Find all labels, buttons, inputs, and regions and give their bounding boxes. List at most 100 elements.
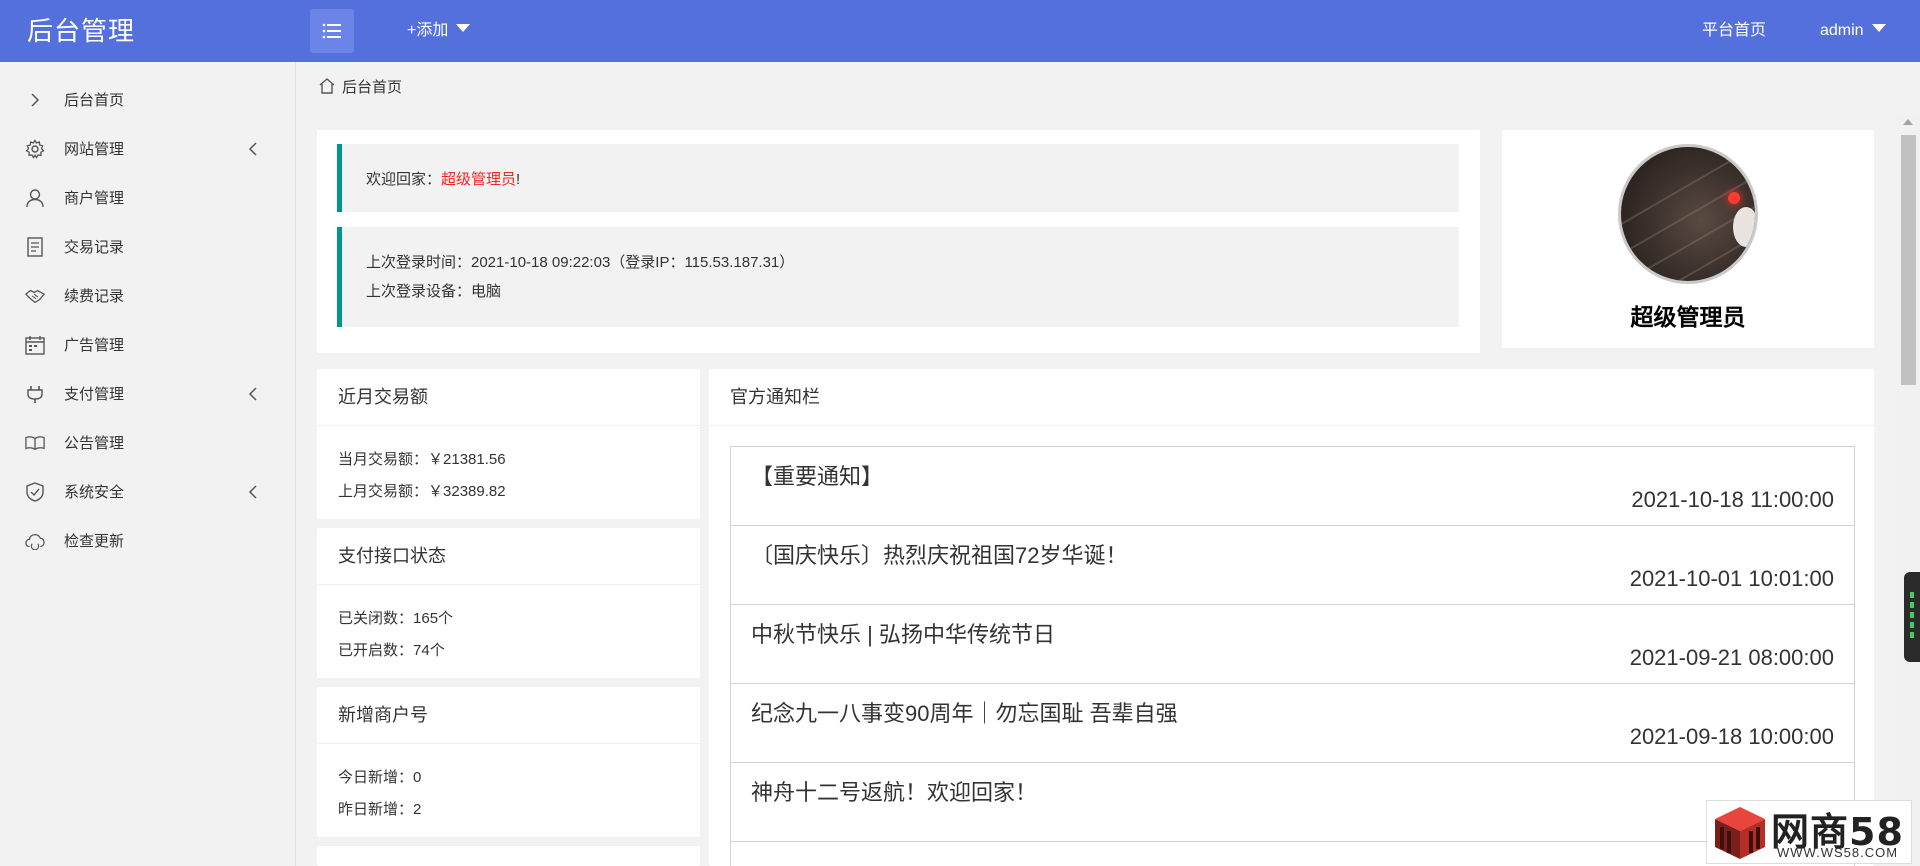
divider (709, 425, 1874, 426)
document-icon (25, 236, 45, 257)
admin-dropdown-label: admin (1820, 22, 1864, 39)
stat-label: 上月交易额： (338, 483, 429, 500)
sidebar-item-payment[interactable]: 支付管理 (0, 369, 296, 418)
top-header: 后台管理 +添加 平台首页 admin (0, 0, 1920, 62)
sidebar-item-transactions[interactable]: 交易记录 (0, 222, 296, 271)
more-card (317, 846, 700, 866)
calendar-icon (25, 335, 45, 355)
sidebar-item-dashboard[interactable]: 后台首页 (0, 75, 296, 124)
sidebar-item-label: 支付管理 (64, 386, 125, 403)
scroll-up-arrow-icon[interactable] (1903, 119, 1913, 125)
sidebar-item-merchants[interactable]: 商户管理 (0, 173, 296, 222)
breadcrumb-item[interactable]: 后台首页 (342, 76, 402, 97)
stat-label: 当月交易额： (338, 451, 429, 468)
welcome-role: 超级管理员 (441, 171, 517, 188)
chevron-left-icon (246, 484, 260, 499)
handshake-icon (25, 286, 45, 306)
notice-list: 【重要通知】 2021-10-18 11:00:00 〔国庆快乐〕热烈庆祝祖国7… (730, 446, 1855, 866)
today-new: 今日新增：0 (338, 766, 421, 787)
cube-logo-icon (1715, 807, 1765, 859)
stat-label: 今日新增： (338, 769, 414, 786)
last-login-device: 上次登录设备：电脑 (366, 283, 502, 300)
welcome-prefix: 欢迎回家： (366, 171, 442, 188)
last-month-revenue: 上月交易额：￥32389.82 (338, 480, 506, 501)
sidebar-item-label: 商户管理 (64, 190, 125, 207)
welcome-message-box: 欢迎回家：超级管理员! (337, 144, 1459, 212)
notice-item[interactable]: 神舟十二号返航！欢迎回家！ 2021-09 (731, 763, 1854, 842)
stat-label: 已关闭数： (338, 610, 414, 627)
open-count: 已开启数：74个 (338, 639, 445, 660)
stat-value: 0 (413, 769, 422, 786)
caret-down-icon (1871, 24, 1886, 32)
stat-value: 74个 (413, 642, 445, 659)
admin-dropdown[interactable]: admin (1820, 0, 1886, 62)
stat-value: 2 (413, 801, 422, 818)
stat-value: 165个 (413, 610, 454, 627)
payment-status-card: 支付接口状态 已关闭数：165个 已开启数：74个 (317, 528, 700, 678)
notice-date: 2021-09-21 08:00:00 (1629, 645, 1834, 670)
book-icon (25, 433, 45, 453)
welcome-message: 欢迎回家：超级管理员! (366, 168, 520, 189)
cloud-icon (25, 531, 45, 551)
sidebar-item-update[interactable]: 检查更新 (0, 516, 296, 565)
card-title: 官方通知栏 (730, 387, 820, 407)
page-scrollbar[interactable] (1897, 115, 1920, 866)
notice-text: 神舟十二号返航！欢迎回家！ (751, 780, 1038, 805)
avatar[interactable] (1618, 144, 1758, 284)
notice-date: 2021-10-18 11:00:00 (1631, 487, 1834, 512)
side-widget[interactable] (1904, 572, 1920, 662)
sidebar-item-ads[interactable]: 广告管理 (0, 320, 296, 369)
welcome-suffix: ! (516, 171, 521, 188)
notice-item[interactable]: 中秋节快乐 | 弘扬中华传统节日 2021-09-21 08:00:00 (731, 605, 1854, 684)
profile-name: 超级管理员 (1630, 304, 1746, 330)
sidebar-item-renewals[interactable]: 续费记录 (0, 271, 296, 320)
gear-icon (25, 138, 45, 159)
notice-item[interactable]: 〔国庆快乐〕热烈庆祝祖国72岁华诞！ 2021-10-01 10:01:00 (731, 526, 1854, 605)
chevron-right-icon (25, 90, 45, 110)
card-title: 近月交易额 (338, 387, 428, 407)
notice-text: 〔国庆快乐〕热烈庆祝祖国72岁华诞！ (751, 543, 1128, 568)
platform-home-link[interactable]: 平台首页 (1702, 0, 1766, 62)
add-dropdown-label: +添加 (407, 22, 449, 39)
chevron-left-icon (246, 386, 260, 401)
user-icon (25, 188, 45, 208)
sidebar-item-label: 交易记录 (64, 239, 125, 256)
caret-down-icon (456, 24, 471, 32)
sidebar-item-label: 检查更新 (64, 533, 125, 550)
notice-text: 中秋节快乐 | 弘扬中华传统节日 (751, 622, 1055, 647)
sidebar-item-label: 后台首页 (64, 92, 125, 109)
notice-date: 2021-10-01 10:01:00 (1629, 566, 1834, 591)
notice-card: 官方通知栏 【重要通知】 2021-10-18 11:00:00 〔国庆快乐〕热… (709, 369, 1874, 866)
home-icon (319, 78, 335, 94)
card-title: 新增商户号 (338, 705, 428, 725)
hamburger-icon (322, 23, 341, 39)
stat-value: ￥32389.82 (428, 483, 506, 500)
divider (317, 584, 700, 585)
sidebar-item-website[interactable]: 网站管理 (0, 124, 296, 173)
notice-text: 【重要通知】 (751, 464, 884, 489)
closed-count: 已关闭数：165个 (338, 607, 453, 628)
notice-item[interactable]: 【重要通知】 2021-10-18 11:00:00 (731, 447, 1854, 526)
divider (317, 425, 700, 426)
card-title: 支付接口状态 (338, 546, 446, 566)
last-login-box: 上次登录时间：2021-10-18 09:22:03（登录IP：115.53.1… (337, 227, 1459, 327)
notice-item[interactable]: 纪念九一八事变90周年｜勿忘国耻 吾辈自强 2021-09-18 10:00:0… (731, 684, 1854, 763)
scroll-thumb[interactable] (1901, 135, 1916, 385)
new-merchants-card: 新增商户号 今日新增：0 昨日新增：2 (317, 687, 700, 837)
shield-icon (25, 481, 45, 502)
stat-value: ￥21381.56 (428, 451, 506, 468)
current-month-revenue: 当月交易额：￥21381.56 (338, 448, 506, 469)
notice-text: 纪念九一八事变90周年｜勿忘国耻 吾辈自强 (751, 701, 1178, 726)
profile-card: 超级管理员 (1502, 130, 1874, 348)
plug-icon (25, 384, 45, 404)
divider (317, 743, 700, 744)
breadcrumb: 后台首页 (318, 72, 402, 100)
sidebar-item-label: 公告管理 (64, 435, 125, 452)
watermark-logo: 网商58 WWW.WS58.COM (1706, 800, 1912, 864)
welcome-card: 欢迎回家：超级管理员! 上次登录时间：2021-10-18 09:22:03（登… (317, 130, 1480, 353)
menu-toggle-button[interactable] (310, 9, 354, 53)
sidebar-item-security[interactable]: 系统安全 (0, 467, 296, 516)
add-dropdown[interactable]: +添加 (407, 0, 471, 62)
sidebar-item-label: 广告管理 (64, 337, 125, 354)
sidebar-item-announcements[interactable]: 公告管理 (0, 418, 296, 467)
